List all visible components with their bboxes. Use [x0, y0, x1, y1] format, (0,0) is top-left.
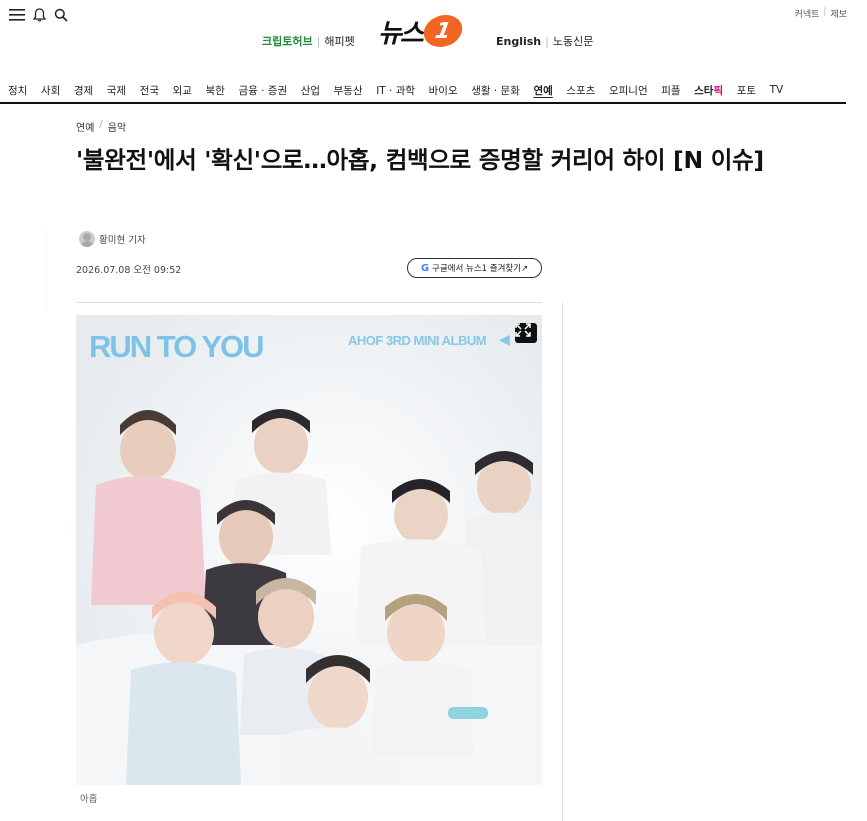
- main-nav: 정치 사회 경제 국제 전국 외교 북한 금융 · 증권 산업 부동산 IT ·…: [0, 78, 846, 102]
- left-guide-line: [46, 230, 47, 310]
- breadcrumb-separator: /: [99, 119, 103, 130]
- hamburger-menu-icon[interactable]: [9, 7, 25, 23]
- star-pick-main: 스타: [694, 84, 714, 97]
- promo-links-left: 크립토허브 | 해피펫: [262, 33, 355, 49]
- separator: |: [316, 34, 321, 48]
- group-photo-illustration: [76, 315, 542, 785]
- byline: 황미현 기자: [79, 231, 146, 247]
- happy-pet-link[interactable]: 해피펫: [324, 33, 354, 49]
- nav-item-economy[interactable]: 경제: [74, 83, 93, 98]
- photo-caption: 아홉: [80, 794, 98, 805]
- nav-item-it-science[interactable]: IT · 과학: [376, 83, 415, 98]
- nav-item-bio[interactable]: 바이오: [429, 83, 458, 98]
- english-link[interactable]: English: [496, 35, 541, 48]
- nav-item-people[interactable]: 피플: [661, 83, 680, 98]
- google-g-icon: G: [420, 262, 430, 274]
- nav-item-diplomacy[interactable]: 외교: [173, 83, 192, 98]
- nav-item-sports[interactable]: 스포츠: [566, 83, 595, 98]
- separator: |: [545, 34, 549, 48]
- logo-text: 뉴스: [378, 18, 424, 49]
- publish-date: 2026.07.08 오전 09:52: [76, 265, 182, 276]
- nav-item-real-estate[interactable]: 부동산: [334, 83, 363, 98]
- nav-divider: [0, 102, 846, 104]
- nav-item-north-korea[interactable]: 북한: [206, 83, 225, 98]
- nav-item-society[interactable]: 사회: [41, 83, 60, 98]
- top-right-links: 커넥트 | 제보: [795, 7, 847, 20]
- nav-item-nationwide[interactable]: 전국: [140, 83, 159, 98]
- news1-logo[interactable]: 뉴스 1: [378, 14, 465, 49]
- album-arrow-icon: ◀: [499, 332, 510, 348]
- column-divider: [562, 302, 563, 821]
- promo-links-right: English | 노동신문: [496, 33, 593, 49]
- header-divider: [76, 302, 542, 303]
- logo-mark: 1: [421, 15, 465, 47]
- google-favorite-label: 구글에서 뉴스1 즐겨찾기↗: [432, 264, 529, 274]
- author-name[interactable]: 황미현 기자: [99, 232, 146, 246]
- google-favorite-button[interactable]: G 구글에서 뉴스1 즐겨찾기↗: [407, 258, 542, 278]
- album-subtitle: AHOF 3RD MINI ALBUM: [348, 333, 487, 348]
- nav-item-entertainment[interactable]: 연예: [533, 83, 552, 98]
- nav-item-photo[interactable]: 포토: [737, 83, 756, 98]
- top-icon-group: [9, 7, 69, 23]
- separator: |: [823, 7, 827, 17]
- breadcrumb: 연예 / 음악: [76, 119, 126, 134]
- breadcrumb-entertainment[interactable]: 연예: [76, 119, 94, 134]
- nav-item-finance[interactable]: 금융 · 증권: [238, 83, 287, 98]
- search-icon[interactable]: [53, 7, 69, 23]
- top-bar: 커넥트 | 제보 크립토허브 | 해피펫 뉴스 1 English | 노동신문: [0, 0, 867, 64]
- album-title: RUN TO YOU: [89, 329, 264, 364]
- nav-item-politics[interactable]: 정치: [8, 83, 27, 98]
- connect-link[interactable]: 커넥트: [795, 7, 820, 20]
- nav-item-opinion[interactable]: 오피니언: [609, 83, 648, 98]
- breadcrumb-music[interactable]: 음악: [108, 119, 126, 134]
- article-headline: '불완전'에서 '확신'으로…아홉, 컴백으로 증명할 커리어 하이 [N 이슈…: [76, 146, 764, 174]
- article-photo[interactable]: RUN TO YOU AHOF 3RD MINI ALBUM ◀: [76, 315, 542, 785]
- crypto-hub-link[interactable]: 크립토허브: [262, 33, 313, 49]
- author-avatar: [79, 231, 95, 247]
- report-link[interactable]: 제보: [830, 7, 847, 20]
- expand-icon[interactable]: [515, 323, 537, 343]
- rodong-link[interactable]: 노동신문: [553, 33, 593, 49]
- star-pick-sub: 픽: [713, 84, 724, 97]
- nav-item-industry[interactable]: 산업: [301, 83, 320, 98]
- nav-item-international[interactable]: 국제: [107, 83, 126, 98]
- bell-icon[interactable]: [31, 7, 47, 23]
- nav-item-tv[interactable]: TV: [770, 84, 784, 96]
- nav-item-star-pick[interactable]: 스타픽: [694, 83, 723, 98]
- nav-item-life-culture[interactable]: 생활 · 문화: [471, 83, 520, 98]
